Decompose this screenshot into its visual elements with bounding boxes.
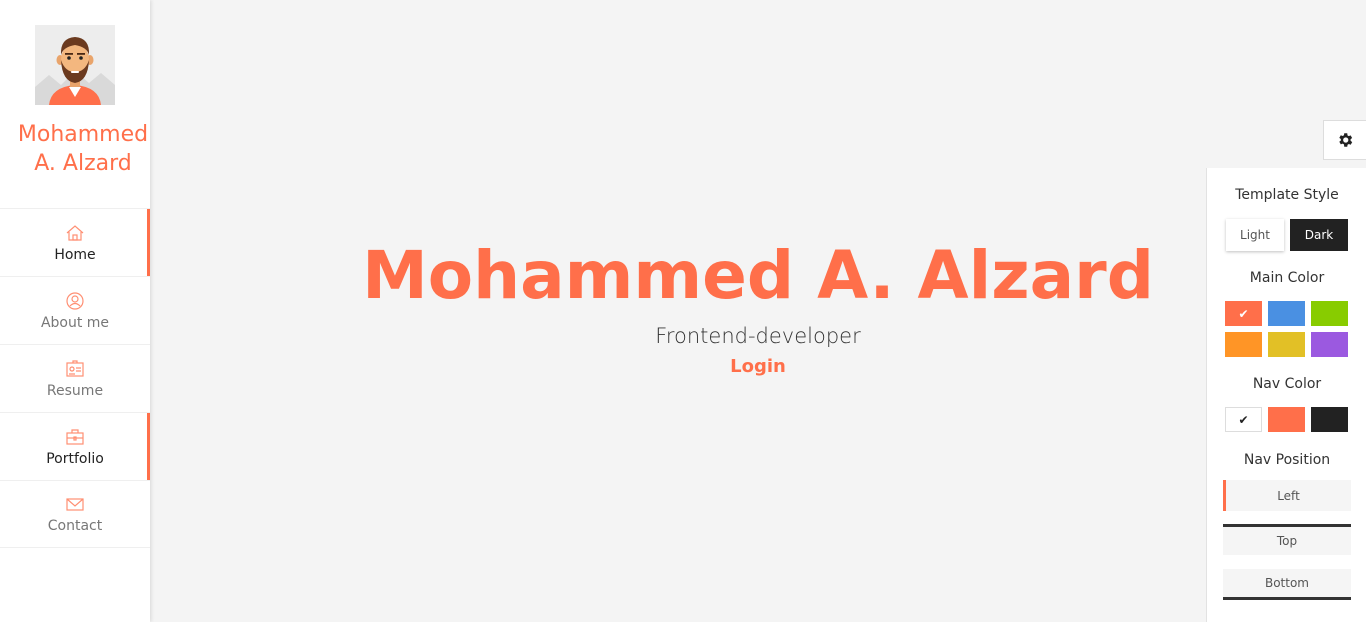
settings-toggle-button[interactable] [1323, 120, 1366, 160]
gear-icon [1339, 133, 1353, 147]
nav-item-label: Resume [46, 382, 104, 399]
main-color-swatch-yellow[interactable] [1268, 332, 1305, 357]
nav-color-swatch-white[interactable]: ✔ [1225, 407, 1262, 432]
check-icon: ✔ [1238, 412, 1249, 427]
nav-list: Home About me Resume Portfolio Contact [0, 208, 150, 548]
home-icon [66, 224, 84, 241]
nav-color-swatch-orange[interactable] [1268, 407, 1305, 432]
brand-name-line-1: Mohammed [17, 122, 149, 147]
nav-position-top-button[interactable]: Top [1223, 524, 1351, 555]
nav-item-label: About me [40, 314, 110, 331]
login-link[interactable]: Login [730, 356, 786, 377]
sidebar-nav: Mohammed A. Alzard Home About me Resume [0, 0, 150, 622]
avatar [35, 25, 115, 105]
main-color-heading: Main Color [1249, 270, 1325, 286]
nav-item-home[interactable]: Home [0, 208, 150, 276]
settings-panel: Template Style Light Dark Main Color ✔ N… [1206, 168, 1366, 622]
nav-position-bottom-button[interactable]: Bottom [1223, 569, 1351, 600]
login-link-wrapper: Login [150, 356, 1366, 377]
nav-item-resume[interactable]: Resume [0, 344, 150, 412]
briefcase-icon [66, 428, 84, 445]
nav-item-portfolio[interactable]: Portfolio [0, 412, 150, 480]
avatar-illustration-icon [35, 25, 115, 105]
template-style-light-button[interactable]: Light [1226, 219, 1284, 251]
envelope-icon [66, 498, 84, 511]
template-style-dark-button[interactable]: Dark [1290, 219, 1348, 251]
check-icon: ✔ [1238, 306, 1249, 321]
main-color-swatch-orange[interactable] [1225, 332, 1262, 357]
main-color-swatch-orange-red[interactable]: ✔ [1225, 301, 1262, 326]
nav-item-label: Contact [47, 518, 103, 534]
hero-subtitle: Frontend-developer [655, 324, 861, 348]
template-style-heading: Template Style [1235, 187, 1339, 203]
nav-color-heading: Nav Color [1252, 376, 1322, 392]
nav-item-label: Portfolio [46, 450, 104, 467]
hero-title: Mohammed A. Alzard [362, 237, 1154, 314]
brand-name: Mohammed A. Alzard [8, 120, 158, 178]
nav-item-contact[interactable]: Contact [0, 480, 150, 548]
nav-item-about-me[interactable]: About me [0, 276, 150, 344]
nav-position-left-button[interactable]: Left [1223, 480, 1351, 511]
nav-color-swatch-dark[interactable] [1311, 407, 1348, 432]
nav-item-label: Home [54, 246, 96, 263]
brand-name-line-2: A. Alzard [34, 151, 132, 176]
nav-position-heading: Nav Position [1243, 452, 1331, 468]
main-color-swatch-purple[interactable] [1311, 332, 1348, 357]
resume-icon [66, 359, 84, 377]
main-color-swatch-blue[interactable] [1268, 301, 1305, 326]
user-icon [66, 291, 84, 310]
main-color-swatch-green[interactable] [1311, 301, 1348, 326]
